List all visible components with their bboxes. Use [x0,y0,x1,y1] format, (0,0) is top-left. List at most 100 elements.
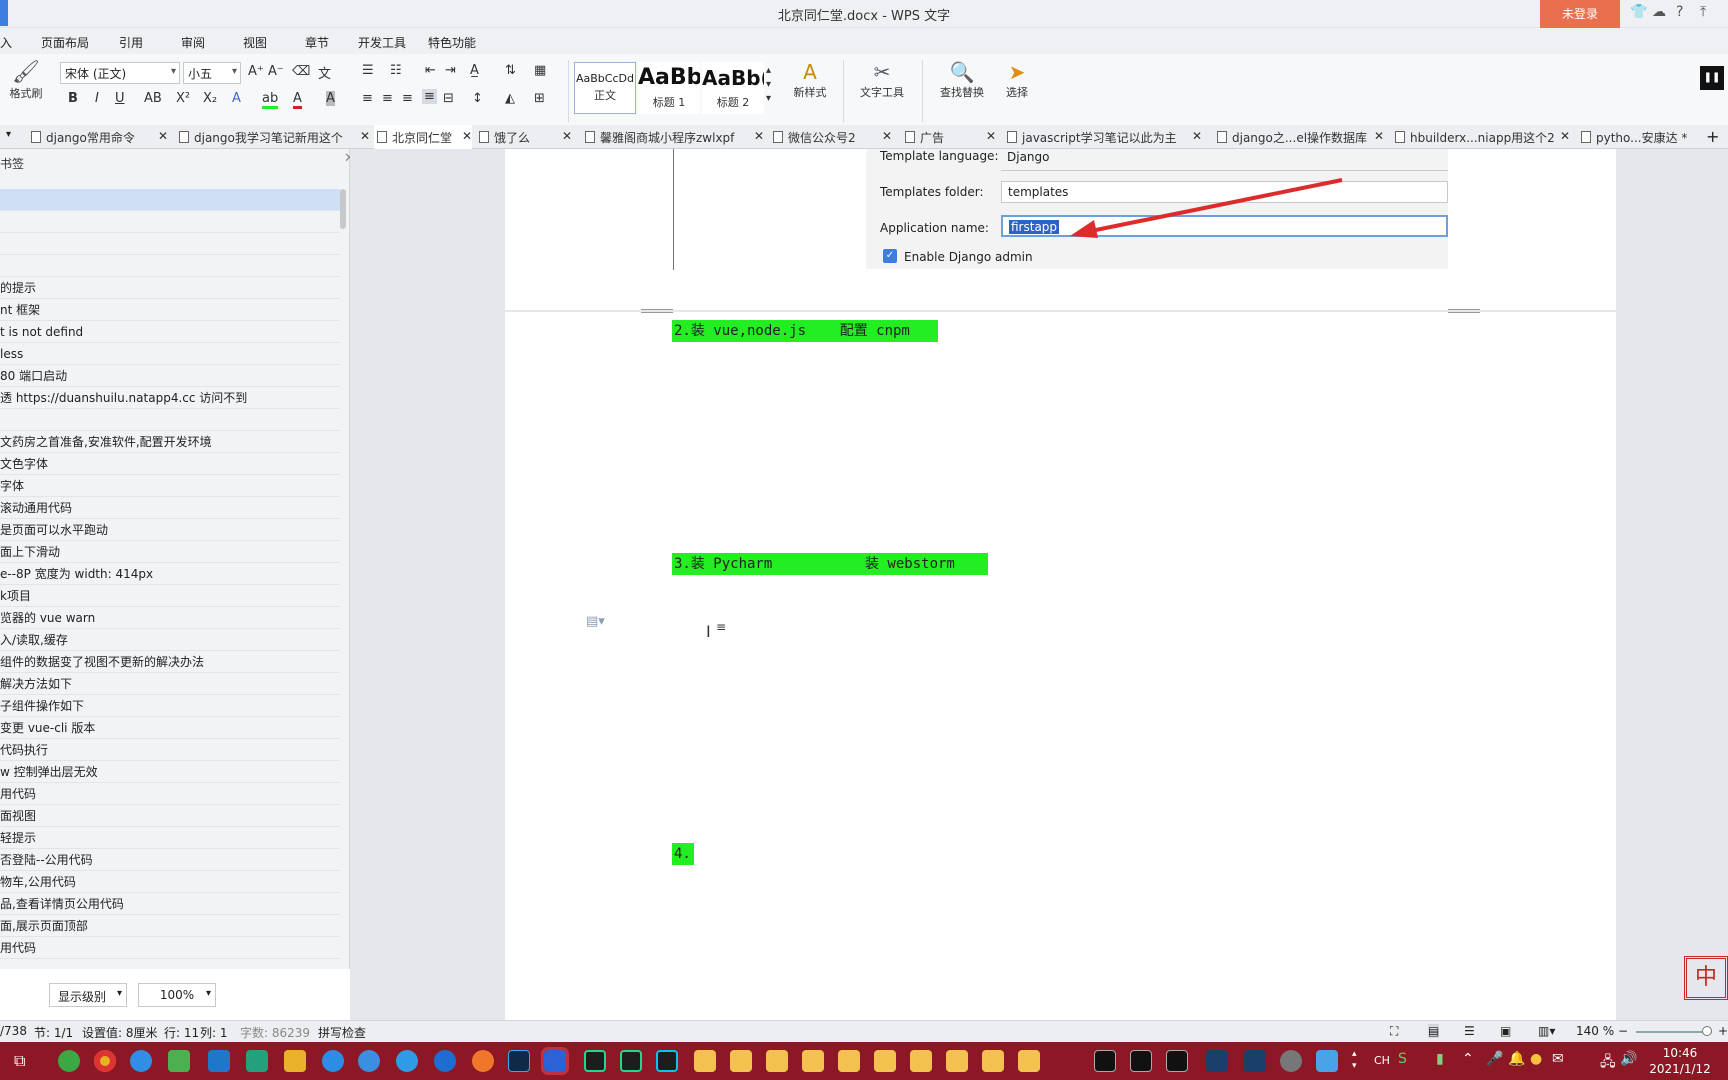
italic-icon[interactable]: I [95,91,99,106]
doc-line-3[interactable]: 3.装 Pycharm 装 webstorm [672,553,988,575]
bookmark-item[interactable]: 用代码 [0,937,340,959]
close-icon[interactable]: ✕ [1560,129,1570,143]
doc-line-4[interactable]: 4. [672,843,694,865]
underline-icon[interactable]: U [115,91,125,106]
zoom-in-icon[interactable]: + [1718,1024,1728,1038]
bookmark-item[interactable]: w 控制弹出层无效 [0,761,340,783]
sort-icon[interactable]: ⇅ [505,63,516,78]
menu-chapter[interactable]: 章节 [305,34,329,51]
upload-tool-icon[interactable] [1244,1050,1266,1072]
view-fit-icon[interactable]: ⛶ [1390,1024,1398,1039]
chinese-layout-icon[interactable]: A̲ [470,63,479,78]
terminal-icon[interactable] [1130,1050,1152,1072]
style-heading-1[interactable]: AaBb 标题 1 [638,62,700,114]
bookmark-item[interactable]: 否登陆--公用代码 [0,849,340,871]
bookmark-item[interactable]: less [0,343,340,365]
bookmark-item[interactable]: 入/读取,缓存 [0,629,340,651]
qq-browser-icon[interactable] [130,1050,152,1072]
menu-insert[interactable]: 入 [0,34,12,51]
bookmark-item[interactable]: 面视图 [0,805,340,827]
clear-format-icon[interactable]: ⌫ [292,64,310,79]
new-tab-icon[interactable]: + [1706,127,1719,146]
bookmark-item[interactable] [0,409,340,431]
outline-level-select[interactable]: 显示级别 [49,983,127,1007]
feedback-icon[interactable]: ☁ [1652,4,1666,20]
table-icon[interactable]: ▦ [534,63,546,78]
folder-icon[interactable] [766,1050,788,1072]
menu-references[interactable]: 引用 [119,34,143,51]
bookmark-item[interactable]: 物车,公用代码 [0,871,340,893]
bookmark-item[interactable] [0,233,340,255]
help-icon[interactable]: ? [1676,4,1683,20]
zoom-slider-thumb[interactable] [1702,1026,1712,1036]
close-icon[interactable]: ✕ [462,129,472,143]
status-zoom[interactable]: 140 % [1576,1024,1614,1038]
tab-eleme[interactable]: 饿了么 ✕ [476,125,572,149]
bookmark-item[interactable]: 是页面可以水平跑动 [0,519,340,541]
close-icon[interactable]: ✕ [986,129,996,143]
pycharm-icon[interactable] [584,1050,606,1072]
find-replace-button[interactable]: 🔍 查找替换 [930,60,994,100]
close-icon[interactable]: ✕ [754,129,764,143]
grow-font-icon[interactable]: A⁺ [248,64,264,79]
app-360-icon[interactable] [58,1050,80,1072]
ime-badge-icon[interactable]: 中 [1684,956,1728,1000]
close-icon[interactable]: ✕ [1192,129,1202,143]
tab-list-icon[interactable]: ▾ [6,129,11,140]
tray-bell-icon[interactable]: 🔔 [1508,1051,1525,1067]
app-shortcut-icon[interactable] [1316,1050,1338,1072]
webstorm-icon[interactable] [656,1050,678,1072]
text-effect-icon[interactable]: A [232,91,241,106]
shrink-font-icon[interactable]: A⁻ [268,64,284,79]
bookmark-item[interactable]: 代码执行 [0,739,340,761]
task-view-icon[interactable]: ⧉ [14,1051,25,1071]
folder-icon[interactable] [730,1050,752,1072]
tray-volume-icon[interactable]: 🔊 [1620,1051,1637,1067]
bookmark-item[interactable]: 品,查看详情页公用代码 [0,893,340,915]
tray-expand-icon[interactable]: ⌃ [1462,1051,1474,1067]
select-button[interactable]: ➤ 选择 [996,60,1038,100]
close-icon[interactable]: ✕ [158,129,168,143]
style-heading-2[interactable]: AaBb( 标题 2 [702,62,764,114]
font-color-icon[interactable]: A [293,91,302,109]
new-style-button[interactable]: A 新样式 [784,60,836,100]
tray-network-icon[interactable]: 🖧 [1600,1051,1616,1075]
bookmark-item[interactable] [0,255,340,277]
increase-indent-icon[interactable]: ⇥ [445,63,456,78]
folder-icon[interactable] [910,1050,932,1072]
justify-icon[interactable]: ≡ [422,89,437,104]
bookmark-item[interactable]: 轻提示 [0,827,340,849]
bookmark-item[interactable]: 字体 [0,475,340,497]
bold-icon[interactable]: B [68,91,78,106]
bookmark-item[interactable]: nt 框架 [0,299,340,321]
font-name-select[interactable]: 宋体 (正文) [60,62,180,84]
ime-indicator[interactable]: CH [1374,1054,1390,1067]
folder-icon[interactable] [1018,1050,1040,1072]
tab-beijing-tongrentang[interactable]: 北京同仁堂 ✕ [374,125,472,149]
line-spacing-icon[interactable]: ↕ [472,91,483,106]
bookmark-item[interactable]: 透 https://duanshuilu.natapp4.cc 访问不到 [0,387,340,409]
bookmark-item[interactable]: 滚动通用代码 [0,497,340,519]
pycharm-2-icon[interactable] [620,1050,642,1072]
notepad-icon[interactable] [168,1050,190,1072]
app-sogou-icon[interactable] [434,1050,456,1072]
doc-line-2[interactable]: 2.装 vue,node.js 配置 cnpm [672,320,938,342]
align-right-icon[interactable]: ≡ [402,91,413,106]
tray-battery-icon[interactable]: ▮ [1436,1051,1444,1067]
tray-app-icon[interactable]: ● [1530,1051,1542,1067]
font-size-select[interactable]: 小五 [183,62,241,84]
menu-review[interactable]: 审阅 [181,34,205,51]
format-painter-button[interactable]: 🖌 格式刷 [6,60,46,101]
app-color-icon[interactable] [284,1050,306,1072]
login-button[interactable]: 未登录 [1540,0,1620,28]
char-shading-icon[interactable]: A [326,91,335,106]
avatar-icon[interactable] [1280,1050,1302,1072]
subscript-icon[interactable]: X₂ [203,91,217,106]
bookmark-item[interactable]: 的提示 [0,277,340,299]
bookmark-item[interactable]: 文色字体 [0,453,340,475]
vscode-icon[interactable] [208,1050,230,1072]
folder-icon[interactable] [838,1050,860,1072]
status-page[interactable]: /738 [0,1024,27,1038]
phonetic-icon[interactable]: 文 [318,63,331,82]
paste-options-icon[interactable]: ▤▾ [586,614,605,629]
